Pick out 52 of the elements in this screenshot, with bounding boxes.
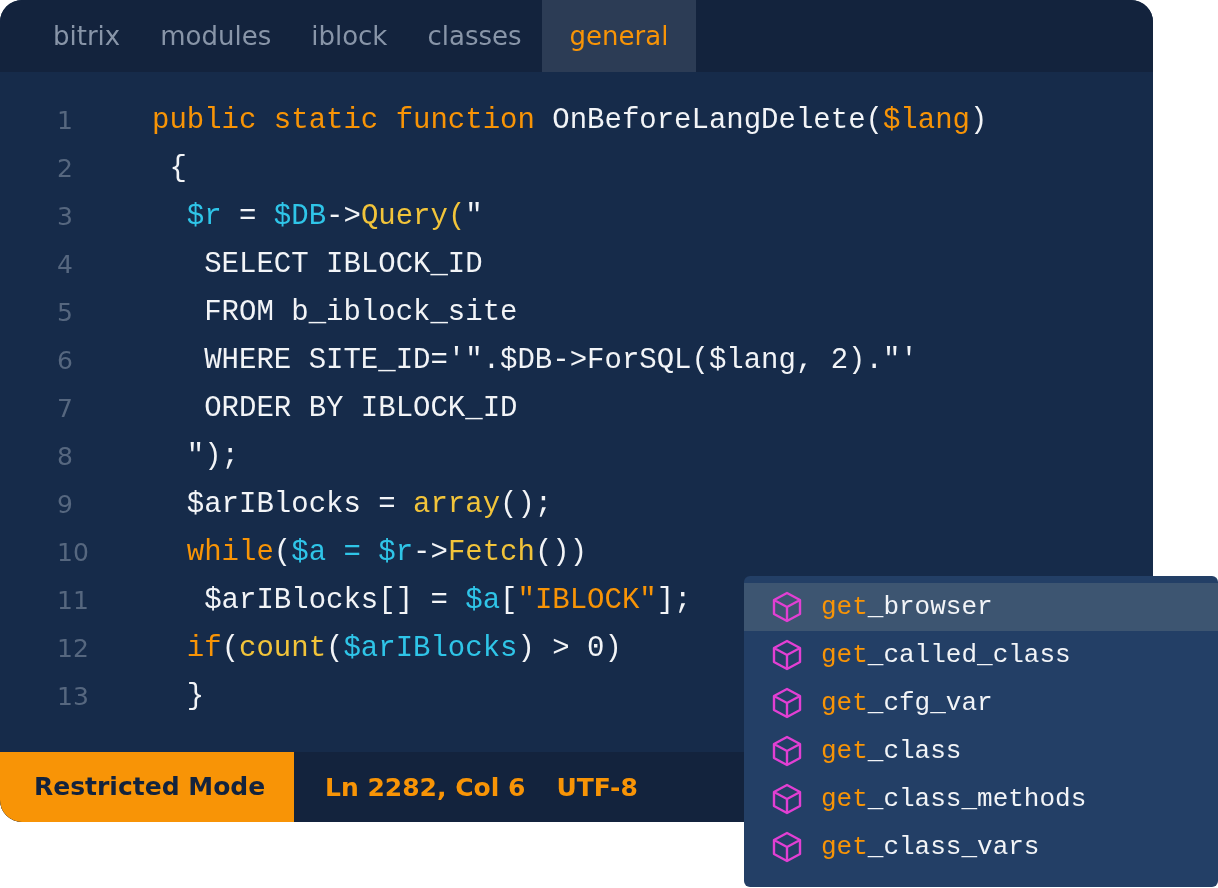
cube-icon	[772, 735, 802, 767]
code-line: while($a = $r->Fetch())	[185, 535, 588, 569]
line-number: 9	[56, 489, 74, 519]
cube-icon	[772, 591, 802, 623]
suggestion-text: get_class_methods	[821, 784, 1087, 814]
code-line: FROM b_iblock_site	[203, 295, 518, 329]
code-line: ORDER BY IBLOCK_ID	[203, 391, 518, 425]
line-number: 5	[56, 297, 74, 327]
suggestion-row[interactable]: get_class	[744, 727, 1218, 775]
suggestion-row[interactable]: get_cfg_var	[744, 679, 1218, 727]
code-line: ");	[185, 439, 239, 473]
line-number: 4	[56, 249, 74, 279]
suggestion-text: get_called_class	[821, 640, 1071, 670]
suggestion-row[interactable]: get_class_vars	[744, 823, 1218, 871]
code-line: $arIBlocks = array();	[185, 487, 553, 521]
line-number: 11	[56, 585, 90, 615]
tab[interactable]: iblock	[291, 0, 408, 72]
line-number: 3	[56, 201, 74, 231]
cube-icon	[772, 783, 802, 815]
code-line: if(count($arIBlocks) > 0)	[185, 631, 622, 665]
suggestion-row[interactable]: get_called_class	[744, 631, 1218, 679]
line-number: 2	[56, 153, 74, 183]
line-number: 6	[56, 345, 74, 375]
line-number: 7	[56, 393, 74, 423]
code-line: }	[185, 679, 205, 713]
code-line: {	[168, 151, 187, 185]
restricted-mode-label[interactable]: Restricted Mode	[0, 752, 294, 822]
cube-icon	[772, 831, 802, 863]
line-number: 12	[56, 633, 90, 663]
encoding[interactable]: UTF-8	[556, 772, 638, 802]
code-line: $arIBlocks[] = $a["IBLOCK"];	[203, 583, 692, 617]
suggestion-text: get_cfg_var	[821, 688, 993, 718]
line-number: 8	[56, 441, 74, 471]
line-number: 13	[56, 681, 90, 711]
suggestion-text: get_class_vars	[821, 832, 1040, 862]
suggestion-text: get_browser	[821, 592, 993, 622]
tab[interactable]: classes	[407, 0, 542, 72]
suggestion-row[interactable]: get_browser	[744, 583, 1218, 631]
code-line: public static function OnBeforeLangDelete($lang)	[152, 103, 988, 137]
code-line: $r = $DB->Query("	[185, 199, 483, 233]
tab[interactable]: modules	[140, 0, 292, 72]
code-line: SELECT IBLOCK_ID	[203, 247, 483, 281]
line-number: 10	[56, 537, 90, 567]
cube-icon	[772, 639, 802, 671]
tab[interactable]: general	[541, 0, 697, 72]
line-number: 1	[56, 105, 74, 135]
cursor-position[interactable]: Ln 2282, Col 6	[325, 772, 526, 802]
code-line: WHERE SITE_ID='".$DB->ForSQL($lang, 2)."'	[203, 343, 918, 377]
tab[interactable]: bitrix	[33, 0, 141, 72]
suggestion-text: get_class	[821, 736, 962, 766]
cube-icon	[772, 687, 802, 719]
suggestion-row[interactable]: get_class_methods	[744, 775, 1218, 823]
